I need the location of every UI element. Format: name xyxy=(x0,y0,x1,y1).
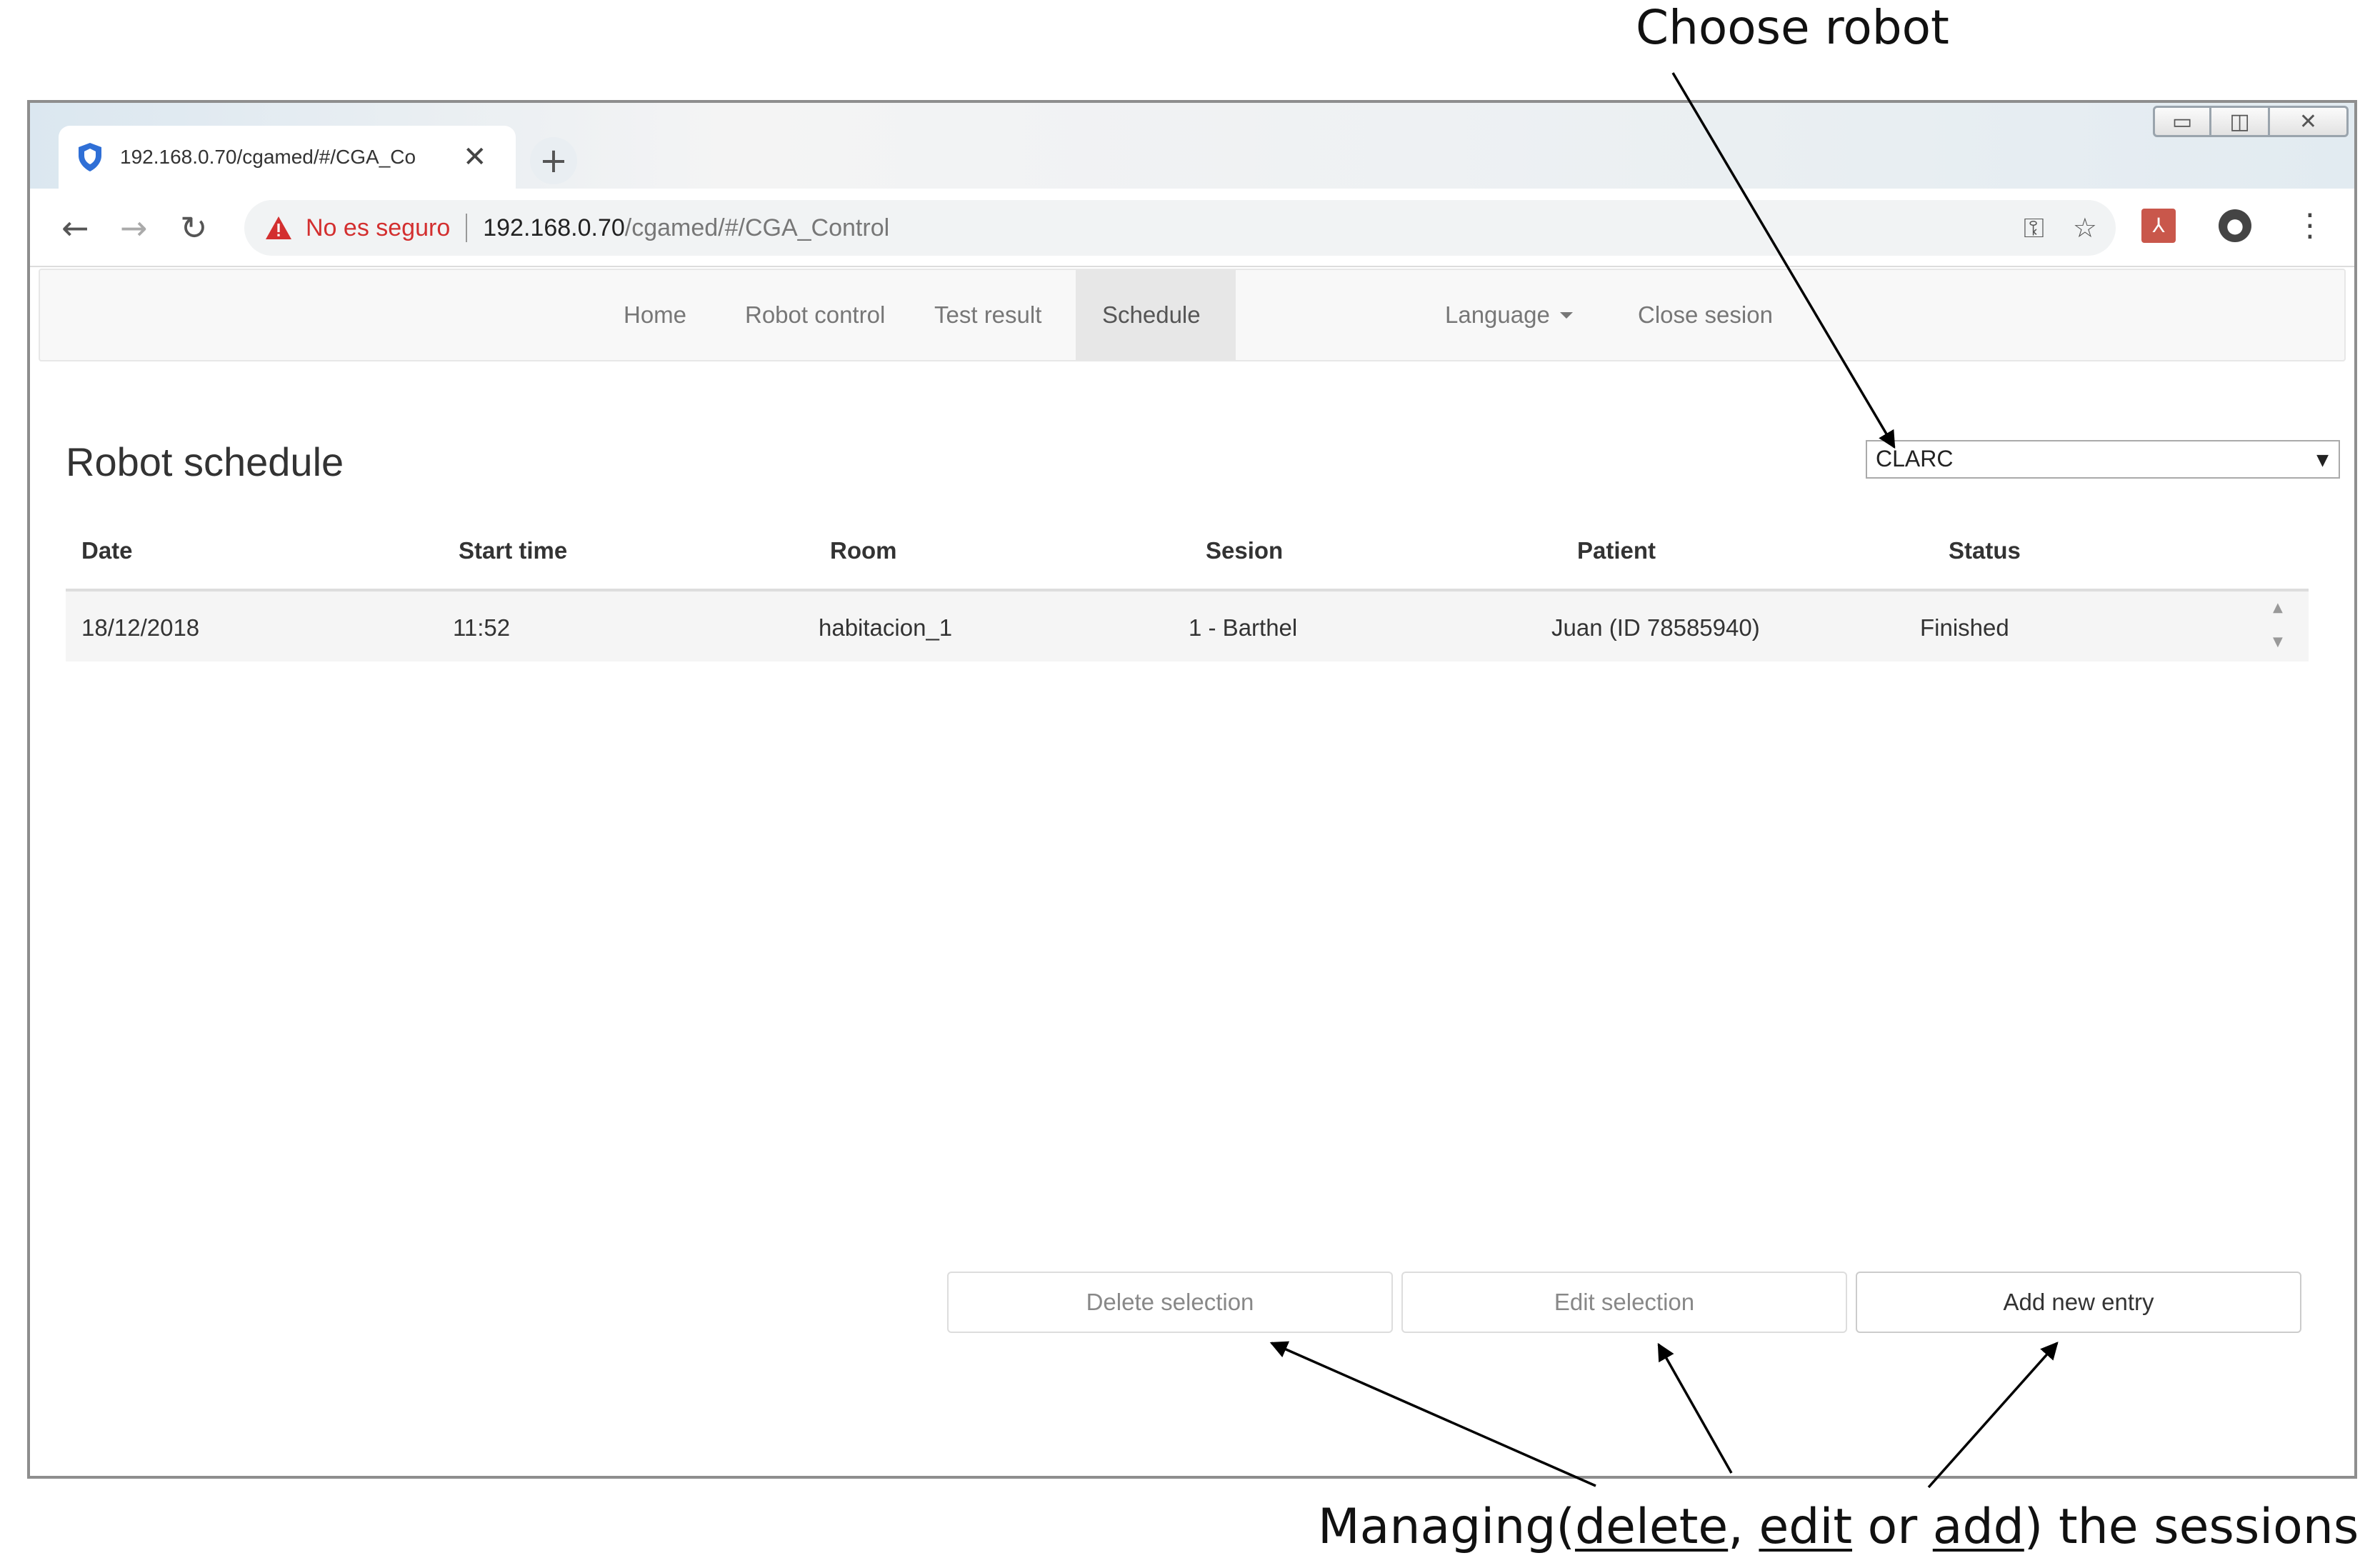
annotation-choose-robot: Choose robot xyxy=(1636,0,1949,55)
nav-language[interactable]: Language xyxy=(1419,270,1599,360)
cell-status: Finished xyxy=(1920,614,2009,641)
account-icon[interactable]: ● xyxy=(2219,209,2251,242)
annotation-delete: delete xyxy=(1574,1499,1729,1555)
annotation-managing: Managing(delete, edit or add) the sessio… xyxy=(1318,1499,2359,1555)
title-bar: ▭ ◫ ✕ 192.168.0.70/cgamed/#/CGA_Co ✕ + xyxy=(30,103,2354,189)
close-window-icon[interactable]: ✕ xyxy=(2270,106,2349,137)
nav-schedule[interactable]: Schedule xyxy=(1076,270,1236,360)
back-icon[interactable]: ← xyxy=(61,209,89,247)
col-sesion[interactable]: Sesion xyxy=(1206,537,1283,564)
key-icon[interactable]: ⚿ xyxy=(2024,212,2044,244)
tab-title: 192.168.0.70/cgamed/#/CGA_Co xyxy=(120,146,416,168)
language-label: Language xyxy=(1445,301,1550,328)
tab-close-icon[interactable]: ✕ xyxy=(463,141,487,174)
col-status[interactable]: Status xyxy=(1949,537,2021,564)
dropdown-arrow-icon: ▼ xyxy=(2316,451,2329,469)
cell-date: 18/12/2018 xyxy=(81,614,200,641)
nav-robot-control[interactable]: Robot control xyxy=(719,270,911,360)
annotation-add: add xyxy=(1932,1499,2024,1555)
col-start-time[interactable]: Start time xyxy=(459,537,567,564)
browser-toolbar: ← → ↻ No es seguro 192.168.0.70/cgamed/#… xyxy=(30,189,2354,267)
nav-home[interactable]: Home xyxy=(597,270,713,360)
reload-icon[interactable]: ↻ xyxy=(180,209,208,247)
warning-icon xyxy=(266,216,291,239)
browser-tab[interactable]: 192.168.0.70/cgamed/#/CGA_Co ✕ xyxy=(59,126,516,189)
divider xyxy=(466,214,468,242)
col-room[interactable]: Room xyxy=(830,537,897,564)
delete-selection-button[interactable]: Delete selection xyxy=(947,1272,1393,1333)
annotation-edit: edit xyxy=(1759,1499,1852,1555)
url-path: /cgamed/#/CGA_Control xyxy=(624,214,890,241)
robot-select[interactable]: CLARC ▼ xyxy=(1866,440,2340,479)
pdf-icon[interactable]: ⅄ xyxy=(2141,208,2176,243)
edit-selection-button[interactable]: Edit selection xyxy=(1401,1272,1847,1333)
col-patient[interactable]: Patient xyxy=(1577,537,1656,564)
new-tab-button[interactable]: + xyxy=(530,137,577,184)
nav-test-result[interactable]: Test result xyxy=(908,270,1068,360)
minimize-icon[interactable]: ▭ xyxy=(2153,106,2211,137)
restore-icon[interactable]: ◫ xyxy=(2211,106,2270,137)
shield-icon xyxy=(79,143,101,171)
scroll-up-icon[interactable]: ▲ xyxy=(2273,600,2283,615)
scroll-down-icon[interactable]: ▼ xyxy=(2273,634,2283,649)
caret-down-icon xyxy=(1559,311,1573,319)
app-navbar: Home Robot control Test result Schedule … xyxy=(39,269,2346,361)
col-date[interactable]: Date xyxy=(81,537,133,564)
star-icon[interactable]: ☆ xyxy=(2073,212,2097,244)
page-title: Robot schedule xyxy=(66,439,344,484)
security-label: No es seguro xyxy=(306,214,451,241)
cell-room: habitacion_1 xyxy=(819,614,953,641)
cell-patient: Juan (ID 78585940) xyxy=(1551,614,1760,641)
robot-select-value: CLARC xyxy=(1876,446,1954,471)
cell-start-time: 11:52 xyxy=(453,614,511,641)
forward-icon[interactable]: → xyxy=(120,209,148,247)
browser-window: ▭ ◫ ✕ 192.168.0.70/cgamed/#/CGA_Co ✕ + ←… xyxy=(27,100,2357,1479)
address-bar[interactable]: No es seguro 192.168.0.70/cgamed/#/CGA_C… xyxy=(244,200,2116,256)
url-host: 192.168.0.70 xyxy=(483,214,625,241)
nav-close-session[interactable]: Close sesion xyxy=(1611,270,1799,360)
menu-icon[interactable]: ⋮ xyxy=(2294,207,2326,244)
cell-sesion: 1 - Barthel xyxy=(1189,614,1298,641)
add-new-entry-button[interactable]: Add new entry xyxy=(1856,1272,2301,1333)
security-warning[interactable]: No es seguro xyxy=(264,214,450,242)
